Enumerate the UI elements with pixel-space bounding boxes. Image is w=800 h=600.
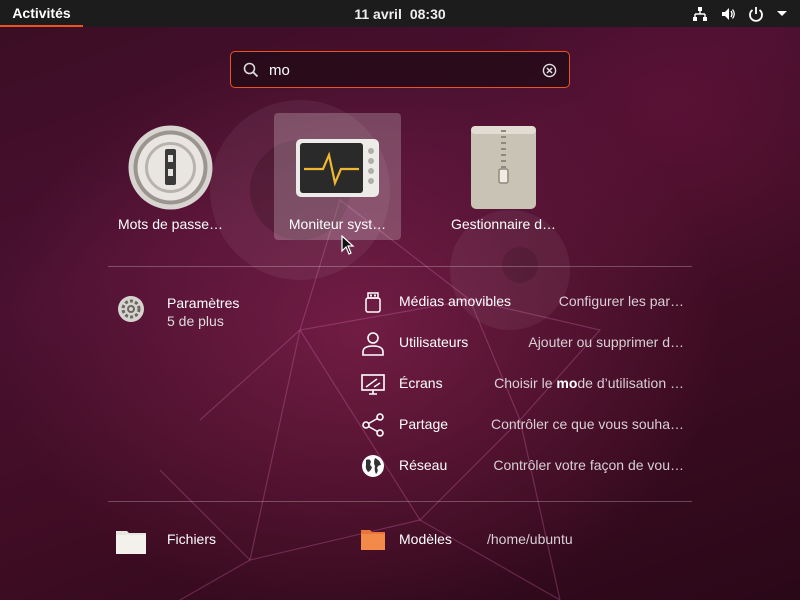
app-system-monitor[interactable]: Moniteur syst… [274, 113, 401, 240]
divider [108, 266, 692, 267]
network-wired-icon [692, 6, 708, 22]
volume-icon [720, 6, 736, 22]
power-icon [748, 6, 764, 22]
date-label: 11 avril [354, 5, 402, 22]
time-label: 08:30 [409, 5, 446, 22]
orange-folder-icon [360, 527, 386, 553]
clear-search-icon[interactable] [542, 63, 557, 83]
result-sharing[interactable]: Partage Contrôler ce que vous souha… [360, 410, 690, 440]
result-description: Ajouter ou supprimer d… [528, 334, 684, 350]
system-tray[interactable] [692, 0, 788, 27]
result-description: Choisir le mode d’utilisation … [494, 375, 684, 391]
globe-icon [360, 453, 386, 479]
folder-icon [115, 527, 147, 560]
app-passwords[interactable]: Mots de passe… [107, 113, 234, 240]
gear-icon [116, 294, 146, 329]
share-icon [360, 412, 386, 438]
result-description: Configurer les par… [558, 293, 684, 309]
result-title: Partage [399, 416, 449, 432]
search-box[interactable] [230, 51, 570, 88]
desc-suffix: de d’utilisation … [577, 375, 684, 391]
result-path: /home/ubuntu [487, 531, 573, 547]
activities-button[interactable]: Activités [0, 0, 83, 27]
archive-zipper-icon [461, 125, 546, 210]
result-description: Contrôler votre façon de vou… [493, 457, 684, 473]
desc-prefix: Choisir le [494, 375, 557, 391]
mouse-cursor-icon [341, 235, 355, 255]
result-description: Contrôler ce que vous souha… [491, 416, 684, 432]
search-icon [243, 62, 259, 83]
result-removable-media[interactable]: Médias amovibles Configurer les par… [360, 287, 690, 317]
key-lock-icon [128, 125, 213, 210]
provider-more-count: 5 de plus [167, 313, 224, 329]
app-label: Moniteur syst… [288, 216, 387, 232]
desc-match-highlight: mo [556, 375, 578, 391]
app-archive-manager[interactable]: Gestionnaire d… [440, 113, 567, 240]
result-title: Réseau [399, 457, 448, 473]
provider-title: Paramètres [167, 295, 240, 311]
result-title: Médias amovibles [399, 293, 512, 309]
result-network[interactable]: Réseau Contrôler votre façon de vou… [360, 451, 690, 481]
system-monitor-icon [295, 125, 380, 210]
provider-title: Fichiers [167, 531, 217, 547]
result-title: Écrans [399, 375, 443, 391]
search-input[interactable] [269, 58, 529, 82]
result-templates-folder[interactable]: Modèles /home/ubuntu [360, 523, 690, 553]
result-users[interactable]: Utilisateurs Ajouter ou supprimer d… [360, 328, 690, 358]
app-label: Gestionnaire d… [450, 216, 557, 232]
result-displays[interactable]: Écrans Choisir le mode d’utilisation … [360, 369, 690, 399]
chevron-down-icon [776, 8, 788, 20]
result-title: Modèles [399, 531, 452, 547]
usb-drive-icon [360, 289, 386, 315]
display-icon [360, 371, 386, 397]
top-bar: Activités 11 avril 08:30 [0, 0, 800, 27]
clock-button[interactable]: 11 avril 08:30 [0, 0, 800, 27]
result-title: Utilisateurs [399, 334, 469, 350]
user-icon [360, 330, 386, 356]
divider [108, 501, 692, 502]
app-label: Mots de passe… [117, 216, 224, 232]
